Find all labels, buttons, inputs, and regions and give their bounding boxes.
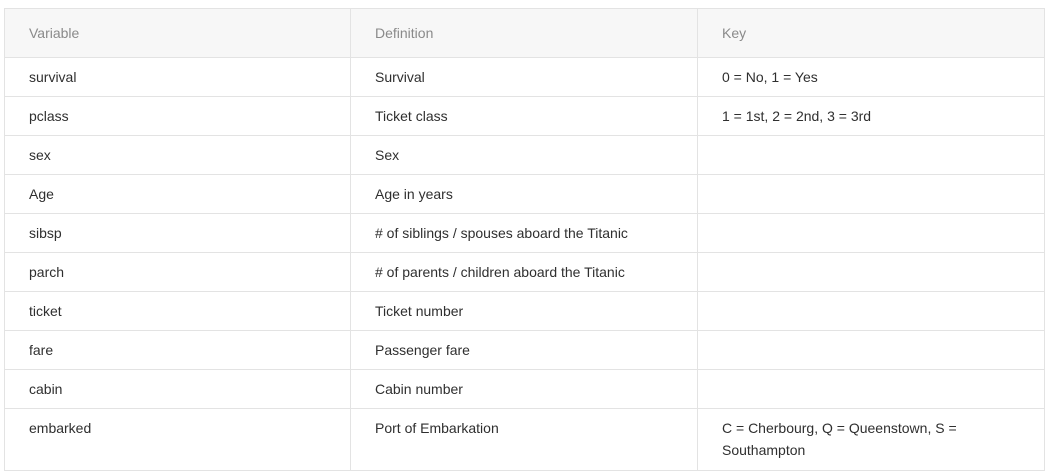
header-definition: Definition [350, 8, 698, 58]
cell-definition: Ticket class [350, 96, 698, 136]
cell-variable: sex [4, 135, 351, 175]
table-row: ticket Ticket number [4, 291, 1045, 331]
cell-key [697, 369, 1045, 409]
cell-definition: # of parents / children aboard the Titan… [350, 252, 698, 292]
data-dictionary-table: Variable Definition Key survival Surviva… [4, 8, 1045, 471]
cell-variable: parch [4, 252, 351, 292]
cell-key: 1 = 1st, 2 = 2nd, 3 = 3rd [697, 96, 1045, 136]
cell-variable: Age [4, 174, 351, 214]
cell-key [697, 213, 1045, 253]
table-row: parch # of parents / children aboard the… [4, 252, 1045, 292]
table-row: sibsp # of siblings / spouses aboard the… [4, 213, 1045, 253]
cell-key: 0 = No, 1 = Yes [697, 57, 1045, 97]
cell-definition: Sex [350, 135, 698, 175]
cell-key [697, 252, 1045, 292]
cell-definition: Age in years [350, 174, 698, 214]
table-row: embarked Port of Embarkation C = Cherbou… [4, 408, 1045, 471]
cell-variable: embarked [4, 408, 351, 471]
table-row: Age Age in years [4, 174, 1045, 214]
header-key: Key [697, 8, 1045, 58]
cell-definition: Ticket number [350, 291, 698, 331]
header-variable: Variable [4, 8, 351, 58]
cell-key [697, 174, 1045, 214]
cell-definition: # of siblings / spouses aboard the Titan… [350, 213, 698, 253]
data-dictionary-table-container: Variable Definition Key survival Surviva… [4, 8, 1045, 471]
cell-definition: Passenger fare [350, 330, 698, 370]
table-header-row: Variable Definition Key [4, 8, 1045, 58]
cell-variable: ticket [4, 291, 351, 331]
cell-variable: cabin [4, 369, 351, 409]
cell-definition: Survival [350, 57, 698, 97]
cell-key [697, 291, 1045, 331]
table-row: fare Passenger fare [4, 330, 1045, 370]
cell-key [697, 135, 1045, 175]
cell-key [697, 330, 1045, 370]
cell-variable: pclass [4, 96, 351, 136]
table-row: survival Survival 0 = No, 1 = Yes [4, 57, 1045, 97]
cell-variable: fare [4, 330, 351, 370]
cell-definition: Port of Embarkation [350, 408, 698, 471]
table-row: sex Sex [4, 135, 1045, 175]
cell-definition: Cabin number [350, 369, 698, 409]
cell-key: C = Cherbourg, Q = Queenstown, S = South… [697, 408, 1045, 471]
table-row: cabin Cabin number [4, 369, 1045, 409]
cell-variable: survival [4, 57, 351, 97]
table-row: pclass Ticket class 1 = 1st, 2 = 2nd, 3 … [4, 96, 1045, 136]
cell-variable: sibsp [4, 213, 351, 253]
